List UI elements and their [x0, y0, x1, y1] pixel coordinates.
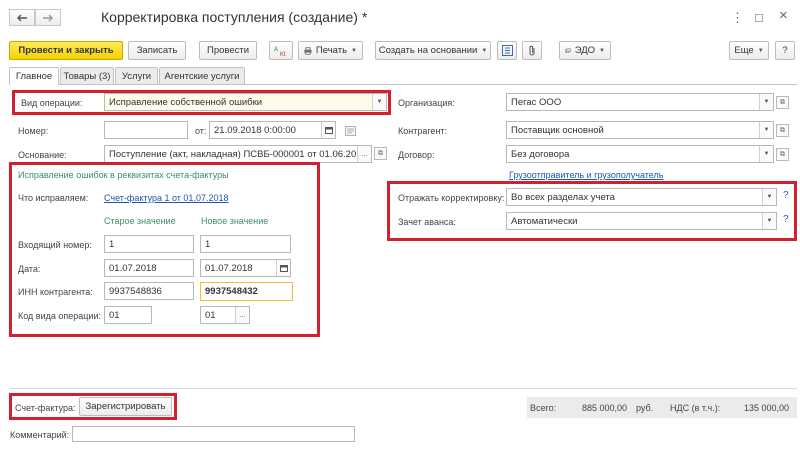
vat-value: 135 000,00: [744, 403, 790, 413]
contract-label: Договор:: [398, 150, 435, 160]
total-label: Всего:: [530, 403, 557, 413]
create-based-on-button[interactable]: Создать на основании ▼: [375, 41, 491, 60]
comment-input[interactable]: [72, 426, 355, 442]
post-button[interactable]: Провести: [199, 41, 257, 60]
structure-button[interactable]: [497, 41, 517, 60]
chevron-down-icon: ▼: [759, 94, 773, 110]
currency-label: руб.: [636, 403, 654, 413]
reflect-correction-select[interactable]: Во всех разделах учета ▼: [506, 188, 777, 206]
advance-offset-select[interactable]: Автоматически ▼: [506, 212, 777, 230]
back-button[interactable]: [9, 9, 35, 26]
old-incoming-number-input[interactable]: 1: [104, 235, 194, 253]
chevron-down-icon: ▼: [762, 213, 776, 229]
old-value-header: Старое значение: [104, 216, 176, 226]
new-incoming-number-input[interactable]: 1: [200, 235, 291, 253]
chevron-down-icon: ▼: [762, 189, 776, 205]
chevron-down-icon: ▼: [351, 47, 357, 54]
window-close-icon[interactable]: ×: [779, 7, 788, 24]
reflect-help-icon[interactable]: ?: [783, 190, 789, 201]
chevron-down-icon: ▼: [757, 47, 764, 54]
operation-code-label: Код вида операции:: [18, 311, 101, 321]
old-operation-code-input[interactable]: 01: [104, 306, 152, 324]
more-button[interactable]: Еще ▼: [729, 41, 769, 60]
basis-label: Основание:: [18, 150, 67, 160]
arrow-left-icon: [17, 14, 27, 21]
invoice-label: Счет-фактура:: [15, 403, 76, 413]
open-counterparty-icon[interactable]: ⧉: [776, 124, 789, 137]
reflect-correction-label: Отражать корректировку:: [398, 193, 505, 203]
help-button[interactable]: ?: [775, 41, 795, 60]
date-prefix-label: от:: [195, 126, 207, 136]
printer-icon: [304, 46, 312, 55]
tab-divider: [9, 84, 797, 85]
tab-main[interactable]: Главное: [9, 67, 59, 85]
chevron-down-icon: ▼: [759, 122, 773, 138]
open-basis-icon[interactable]: ⧉: [374, 147, 387, 160]
vat-label: НДС (в т.ч.):: [670, 403, 721, 413]
edo-icon: [565, 48, 571, 53]
print-button[interactable]: Печать ▼: [298, 41, 363, 60]
translit-button[interactable]: A Kt: [269, 41, 293, 60]
what-to-fix-label: Что исправляем:: [18, 193, 89, 203]
operation-type-select[interactable]: Исправление собственной ошибки ▼: [104, 93, 387, 111]
calendar-icon[interactable]: [276, 260, 290, 276]
invoice-fix-section-title: Исправление ошибок в реквизитах счета-фа…: [18, 170, 229, 180]
open-contract-icon[interactable]: ⧉: [776, 148, 789, 161]
advance-help-icon[interactable]: ?: [783, 214, 789, 225]
chevron-down-icon: ▼: [372, 94, 386, 110]
organization-select[interactable]: Пегас ООО ▼: [506, 93, 774, 111]
chevron-down-icon: ▼: [481, 47, 488, 54]
basis-input[interactable]: Поступление (акт, накладная) ПСВБ-000001…: [104, 145, 372, 163]
tab-services[interactable]: Услуги: [115, 67, 158, 84]
calendar-icon[interactable]: [321, 122, 335, 138]
forward-button[interactable]: [35, 9, 61, 26]
hierarchy-icon: [501, 45, 513, 56]
post-and-close-button[interactable]: Провести и закрыть: [9, 41, 123, 60]
page-title: Корректировка поступления (создание) *: [101, 9, 368, 25]
counterparty-select[interactable]: Поставщик основной ▼: [506, 121, 774, 139]
ellipsis-icon[interactable]: …: [235, 307, 249, 323]
advance-offset-label: Зачет аванса:: [398, 217, 456, 227]
invoice-link[interactable]: Счет-фактура 1 от 01.07.2018: [104, 193, 228, 203]
footer-divider: [10, 388, 797, 389]
tab-agent-services[interactable]: Агентские услуги: [159, 67, 245, 84]
new-invoice-date-input[interactable]: 01.07.2018: [200, 259, 291, 277]
old-inn-input[interactable]: 9937548836: [104, 282, 194, 300]
arrow-right-icon: [43, 14, 53, 21]
operation-type-label: Вид операции:: [21, 98, 83, 108]
window-menu-icon[interactable]: ⋮: [731, 10, 744, 26]
old-invoice-date-input[interactable]: 01.07.2018: [104, 259, 194, 277]
shipper-consignee-link[interactable]: Грузоотправитель и грузополучатель: [509, 170, 663, 180]
date-comment-icon[interactable]: [344, 124, 357, 137]
ellipsis-icon[interactable]: …: [357, 146, 371, 162]
register-invoice-button[interactable]: Зарегистрировать: [79, 397, 172, 416]
document-date-input[interactable]: 21.09.2018 0:00:00: [209, 121, 336, 139]
tab-goods[interactable]: Товары (3): [60, 67, 114, 84]
organization-label: Организация:: [398, 98, 455, 108]
new-operation-code-input[interactable]: 01…: [200, 306, 250, 324]
invoice-date-label: Дата:: [18, 264, 41, 274]
save-button[interactable]: Записать: [128, 41, 186, 60]
edo-button[interactable]: ЭДО ▼: [559, 41, 611, 60]
inn-label: ИНН контрагента:: [18, 287, 93, 297]
svg-text:Kt: Kt: [280, 52, 286, 57]
number-label: Номер:: [18, 126, 49, 136]
total-value: 885 000,00: [582, 403, 628, 413]
chevron-down-icon: ▼: [759, 146, 773, 162]
incoming-number-label: Входящий номер:: [18, 240, 92, 250]
number-input[interactable]: [104, 121, 188, 139]
attach-file-button[interactable]: [522, 41, 542, 60]
open-organization-icon[interactable]: ⧉: [776, 96, 789, 109]
svg-text:A: A: [274, 47, 278, 53]
comment-label: Комментарий:: [10, 430, 70, 440]
chevron-down-icon: ▼: [599, 47, 605, 54]
new-inn-input[interactable]: 9937548432: [200, 282, 293, 301]
contract-select[interactable]: Без договора ▼: [506, 145, 774, 163]
new-value-header: Новое значение: [201, 216, 269, 226]
translit-icon: AKt: [274, 47, 286, 57]
counterparty-label: Контрагент:: [398, 126, 448, 136]
window-restore-icon[interactable]: □: [755, 10, 763, 25]
paperclip-icon: [529, 45, 535, 55]
